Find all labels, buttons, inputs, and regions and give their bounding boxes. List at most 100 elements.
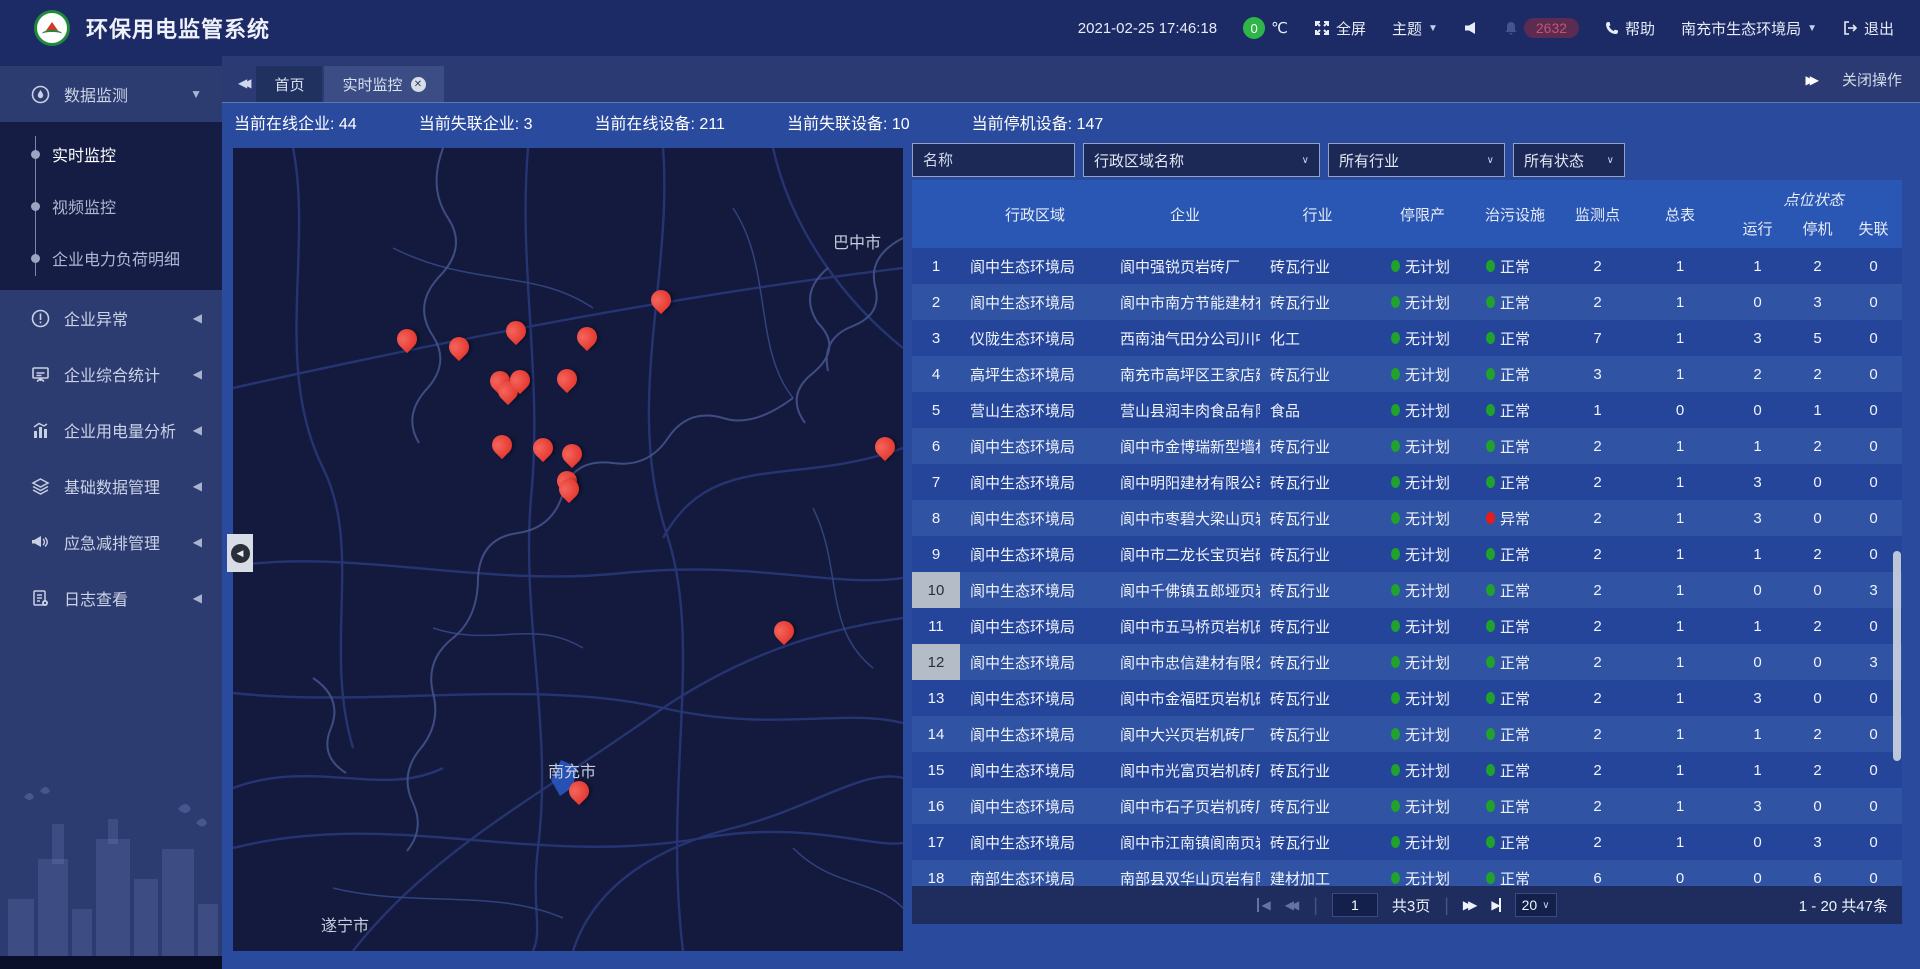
range-info: 1 - 20 共47条 bbox=[1799, 895, 1888, 916]
page-number-input[interactable] bbox=[1332, 893, 1378, 917]
row-index: 3 bbox=[912, 320, 960, 356]
cell-running-count: 0 bbox=[1725, 834, 1790, 851]
help-button[interactable]: 帮助 bbox=[1605, 18, 1655, 39]
tabs-scroll-right-icon[interactable]: ▶▶ bbox=[1806, 73, 1814, 87]
last-page-button[interactable]: ▶ bbox=[1491, 898, 1500, 912]
table-row[interactable]: 13阆中生态环境局阆中市金福旺页岩机砖砖瓦行业无计划正常21300 bbox=[912, 680, 1902, 716]
table-row[interactable]: 17阆中生态环境局阆中市江南镇阆南页岩砖瓦行业无计划正常21030 bbox=[912, 824, 1902, 860]
sidebar-collapse-toggle[interactable]: ◀ bbox=[227, 534, 253, 572]
tabs-scroll-left-icon[interactable]: ◀◀ bbox=[236, 76, 256, 102]
table-scrollbar[interactable] bbox=[1893, 551, 1901, 761]
cell-stopped-count: 2 bbox=[1790, 438, 1845, 455]
cell-stop-production-status: 无计划 bbox=[1375, 832, 1470, 853]
next-page-button[interactable]: ▶▶ bbox=[1463, 898, 1477, 912]
fullscreen-icon bbox=[1314, 20, 1330, 36]
cell-stop-production-status: 无计划 bbox=[1375, 652, 1470, 673]
cell-company: 阆中市五马桥页岩机砖 bbox=[1110, 616, 1260, 637]
table-row[interactable]: 5营山生态环境局营山县润丰肉食品有限食品无计划正常10010 bbox=[912, 392, 1902, 428]
table-row[interactable]: 10阆中生态环境局阆中千佛镇五郎垭页岩砖瓦行业无计划正常21003 bbox=[912, 572, 1902, 608]
chevron-left-icon: ◀ bbox=[193, 479, 202, 493]
status-select[interactable]: 所有状态 ∨ bbox=[1513, 143, 1625, 177]
row-index: 11 bbox=[912, 608, 960, 644]
row-index: 8 bbox=[912, 500, 960, 536]
cell-company: 阆中强锐页岩砖厂 bbox=[1110, 256, 1260, 277]
table-row[interactable]: 8阆中生态环境局阆中市枣碧大梁山页岩砖瓦行业无计划异常21300 bbox=[912, 500, 1902, 536]
chevron-left-icon: ◀ bbox=[193, 311, 202, 325]
sidebar-item-emergency-reduction[interactable]: 应急减排管理 ◀ bbox=[0, 514, 222, 570]
row-index: 1 bbox=[912, 248, 960, 284]
close-operations-button[interactable]: ▶▶ 关闭操作 bbox=[1806, 69, 1902, 102]
cell-facility-status: 正常 bbox=[1470, 400, 1560, 421]
table-row[interactable]: 15阆中生态环境局阆中市光富页岩机砖厂砖瓦行业无计划正常21120 bbox=[912, 752, 1902, 788]
table-row[interactable]: 18南部生态环境局南部县双华山页岩有限建材加工无计划正常60060 bbox=[912, 860, 1902, 886]
cell-monitor-points: 7 bbox=[1560, 330, 1635, 347]
previous-page-button[interactable]: ◀◀ bbox=[1285, 898, 1299, 912]
table-row[interactable]: 2阆中生态环境局阆中市南方节能建材有砖瓦行业无计划正常21030 bbox=[912, 284, 1902, 320]
sidebar-item-data-monitoring[interactable]: 数据监测 ▼ bbox=[0, 66, 222, 122]
table-row[interactable]: 16阆中生态环境局阆中市石子页岩机砖厂砖瓦行业无计划正常21300 bbox=[912, 788, 1902, 824]
logout-button[interactable]: 退出 bbox=[1843, 18, 1894, 39]
page-size-select[interactable]: 20 ∨ bbox=[1515, 893, 1557, 917]
table-row[interactable]: 3仪陇生态环境局西南油气田分公司川中化工无计划正常71350 bbox=[912, 320, 1902, 356]
table-row[interactable]: 6阆中生态环境局阆中市金博瑞新型墙材砖瓦行业无计划正常21120 bbox=[912, 428, 1902, 464]
table-row[interactable]: 9阆中生态环境局阆中市二龙长宝页岩砖砖瓦行业无计划正常21120 bbox=[912, 536, 1902, 572]
sidebar-item-realtime-monitor[interactable]: 实时监控 bbox=[0, 128, 222, 180]
cell-lost-count: 0 bbox=[1845, 834, 1902, 851]
row-index: 13 bbox=[912, 680, 960, 716]
cell-facility-status: 正常 bbox=[1470, 328, 1560, 349]
col-company: 企业 bbox=[1110, 180, 1260, 248]
sidebar-item-power-usage-analysis[interactable]: 企业用电量分析 ◀ bbox=[0, 402, 222, 458]
cell-monitor-points: 2 bbox=[1560, 618, 1635, 635]
fullscreen-button[interactable]: 全屏 bbox=[1314, 18, 1366, 39]
sidebar-item-power-load-detail[interactable]: 企业电力负荷明细 bbox=[0, 232, 222, 284]
theme-dropdown[interactable]: 主题 ▼ bbox=[1392, 18, 1438, 39]
tab-home[interactable]: 首页 bbox=[256, 66, 322, 102]
sidebar-item-enterprise-anomaly[interactable]: 企业异常 ◀ bbox=[0, 290, 222, 346]
sidebar-item-enterprise-statistics[interactable]: 企业综合统计 ◀ bbox=[0, 346, 222, 402]
logout-icon bbox=[1843, 21, 1858, 35]
cell-stop-production-status: 无计划 bbox=[1375, 400, 1470, 421]
cell-region: 阆中生态环境局 bbox=[960, 580, 1110, 601]
table-row[interactable]: 7阆中生态环境局阆中明阳建材有限公司砖瓦行业无计划正常21300 bbox=[912, 464, 1902, 500]
sidebar-item-basic-data-management[interactable]: 基础数据管理 ◀ bbox=[0, 458, 222, 514]
close-icon[interactable]: ✕ bbox=[411, 77, 426, 92]
cell-total-meters: 1 bbox=[1635, 834, 1725, 851]
cell-stop-production-status: 无计划 bbox=[1375, 472, 1470, 493]
chevron-down-icon: ▼ bbox=[190, 87, 202, 101]
header-toolbar: 2021-02-25 17:46:18 0 ℃ 全屏 主题 ▼ bbox=[1078, 17, 1920, 39]
sidebar-item-video-monitor[interactable]: 视频监控 bbox=[0, 180, 222, 232]
user-dropdown[interactable]: 南充市生态环境局 ▼ bbox=[1681, 18, 1817, 39]
table-row[interactable]: 14阆中生态环境局阆中大兴页岩机砖厂砖瓦行业无计划正常21120 bbox=[912, 716, 1902, 752]
cell-running-count: 3 bbox=[1725, 798, 1790, 815]
name-search-input[interactable] bbox=[912, 143, 1075, 177]
table-row[interactable]: 1阆中生态环境局阆中强锐页岩砖厂砖瓦行业无计划正常21120 bbox=[912, 248, 1902, 284]
cell-total-meters: 1 bbox=[1635, 726, 1725, 743]
gauge-icon bbox=[30, 85, 50, 104]
point-status-group-label: 点位状态 bbox=[1725, 189, 1902, 210]
sidebar-item-log-view[interactable]: 日志查看 ◀ bbox=[0, 570, 222, 626]
chevron-left-icon: ◀ bbox=[193, 535, 202, 549]
chevron-left-icon: ◀ bbox=[193, 367, 202, 381]
cell-stop-production-status: 无计划 bbox=[1375, 292, 1470, 313]
sound-toggle-button[interactable] bbox=[1464, 21, 1478, 35]
cell-region: 阆中生态环境局 bbox=[960, 544, 1110, 565]
cell-running-count: 0 bbox=[1725, 654, 1790, 671]
cell-lost-count: 0 bbox=[1845, 294, 1902, 311]
row-index: 7 bbox=[912, 464, 960, 500]
cell-industry: 砖瓦行业 bbox=[1260, 832, 1375, 853]
cell-total-meters: 1 bbox=[1635, 546, 1725, 563]
tab-realtime-monitor[interactable]: 实时监控 ✕ bbox=[324, 66, 443, 102]
map-city-label: 巴中市 bbox=[833, 229, 881, 253]
chevron-down-icon: ∨ bbox=[1487, 155, 1494, 166]
cell-region: 营山生态环境局 bbox=[960, 400, 1110, 421]
table-row[interactable]: 12阆中生态环境局阆中市忠信建材有限公砖瓦行业无计划正常21003 bbox=[912, 644, 1902, 680]
cell-total-meters: 1 bbox=[1635, 330, 1725, 347]
alarm-notifications[interactable]: 2632 bbox=[1504, 18, 1579, 38]
first-page-button[interactable]: ◀ bbox=[1257, 898, 1270, 912]
table-row[interactable]: 11阆中生态环境局阆中市五马桥页岩机砖砖瓦行业无计划正常21120 bbox=[912, 608, 1902, 644]
map-panel[interactable]: ◀ 巴中市南充市遂宁市 bbox=[233, 148, 903, 951]
industry-select[interactable]: 所有行业 ∨ bbox=[1328, 143, 1505, 177]
cell-total-meters: 1 bbox=[1635, 654, 1725, 671]
table-row[interactable]: 4高坪生态环境局南充市高坪区王家店建砖瓦行业无计划正常31220 bbox=[912, 356, 1902, 392]
region-select[interactable]: 行政区域名称 ∨ bbox=[1083, 143, 1320, 177]
